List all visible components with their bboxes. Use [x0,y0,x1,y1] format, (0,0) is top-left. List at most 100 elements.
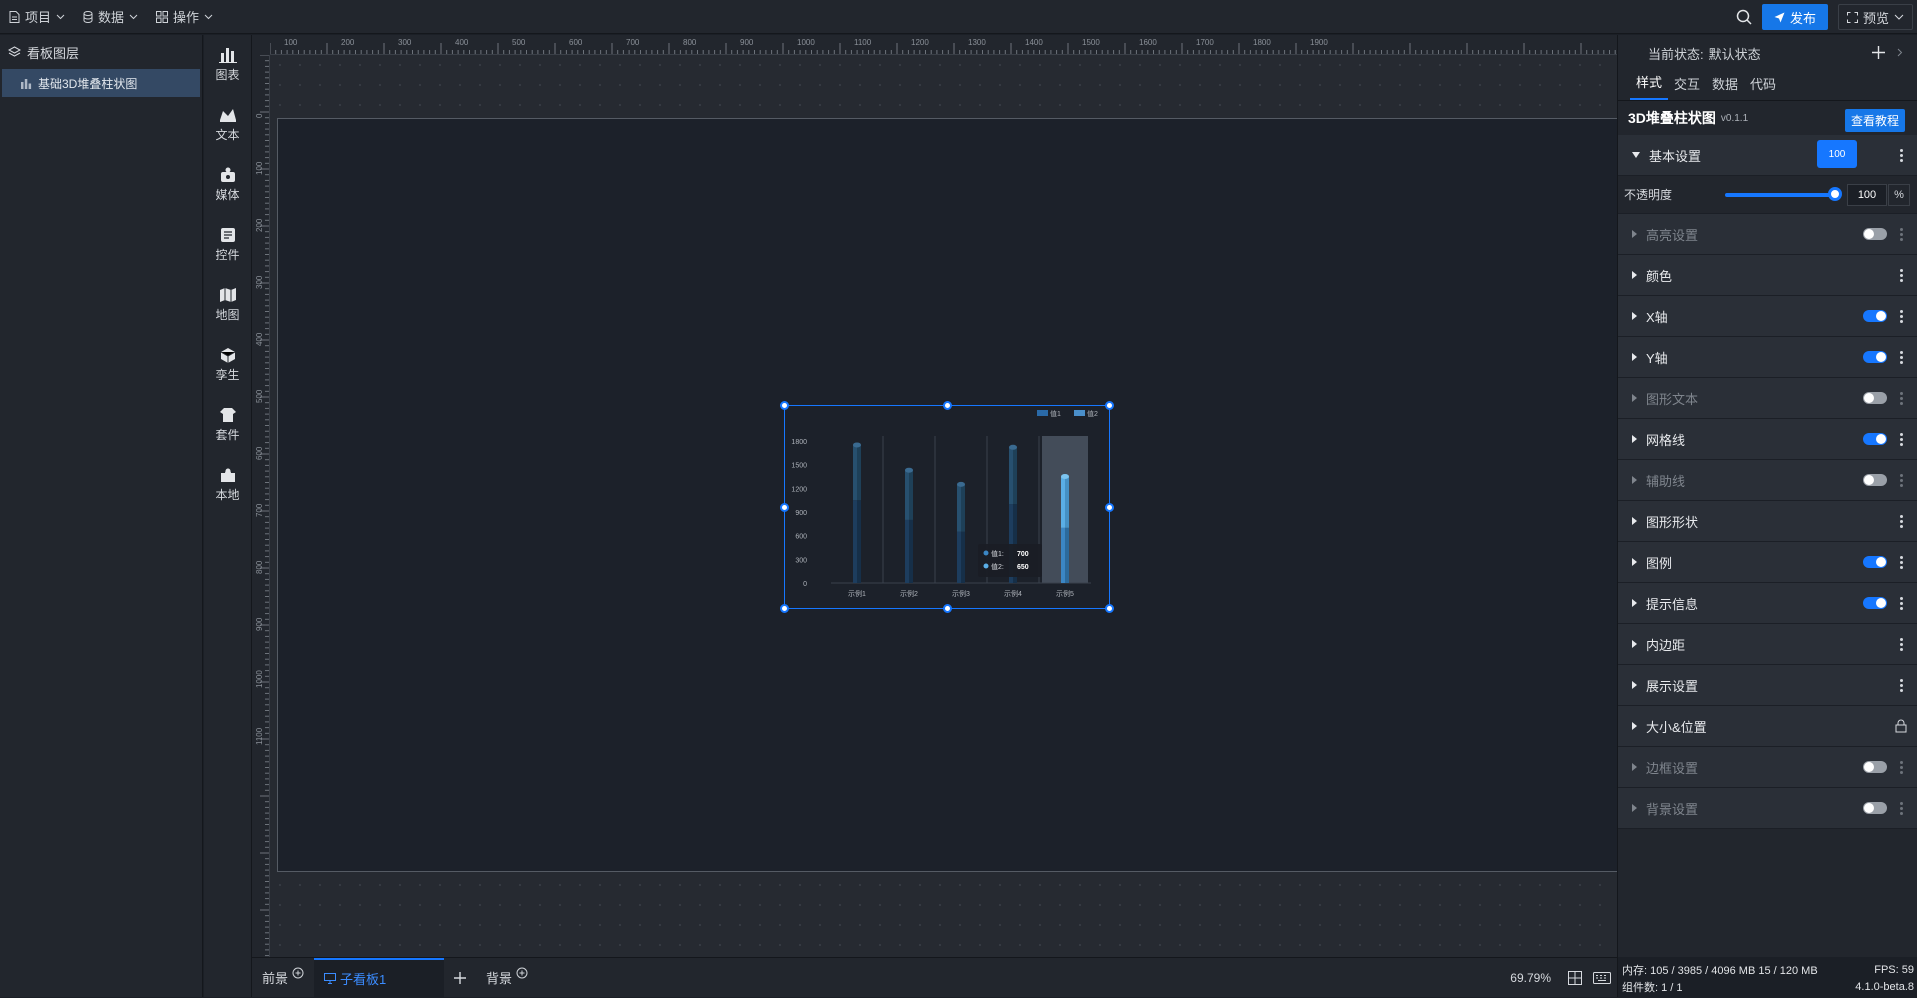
more-icon[interactable] [1900,310,1903,325]
menu-project[interactable]: 项目 [0,0,74,34]
state-value[interactable]: 默认状态 [1709,44,1761,63]
section-item[interactable]: 网格线 [1618,419,1917,460]
tool-control[interactable]: 控件 [204,215,251,275]
ruler-corner [252,35,270,55]
opacity-slider-track[interactable] [1725,193,1835,197]
more-icon[interactable] [1900,761,1903,776]
add-circle-icon[interactable] [516,967,528,979]
section-item[interactable]: 图例 [1618,542,1917,583]
tab-interaction[interactable]: 交互 [1668,74,1706,100]
tutorial-button[interactable]: 查看教程 [1844,109,1905,132]
caret-right-icon [1632,476,1637,484]
section-item[interactable]: 图形文本 [1618,378,1917,419]
more-icon[interactable] [1900,392,1903,407]
selected-chart-component[interactable]: 0 300 600 900 1200 1500 1800 示例1 示例2 示例3 示例4 示例5 值1 值… [780,401,1114,613]
tab-code[interactable]: 代码 [1744,74,1782,100]
section-label: 图例 [1646,555,1673,571]
more-icon[interactable] [1900,351,1903,366]
zoom-level[interactable]: 69.79% [1510,971,1551,985]
keyboard-icon[interactable] [1593,972,1611,984]
more-icon[interactable] [1900,149,1903,164]
more-icon[interactable] [1900,433,1903,448]
tool-text[interactable]: 文本 [204,95,251,155]
resize-handle-e[interactable] [1105,503,1114,512]
section-basic[interactable]: 基本设置 [1618,135,1917,176]
opacity-label: 不透明度 [1624,188,1673,202]
section-toggle[interactable] [1863,392,1887,404]
resize-handle-sw[interactable] [780,604,789,613]
section-toggle[interactable] [1863,433,1887,445]
bar-segment-side [857,444,861,501]
section-item[interactable]: 图形形状 [1618,501,1917,542]
section-item[interactable]: Y轴 [1618,337,1917,378]
section-item[interactable]: 提示信息 [1618,583,1917,624]
fit-screen-icon[interactable] [1568,971,1582,985]
more-icon[interactable] [1900,474,1903,489]
resize-handle-n[interactable] [943,401,952,410]
menu-operations-label: 操作 [173,10,200,25]
section-toggle[interactable] [1863,228,1887,240]
more-icon[interactable] [1900,638,1903,653]
legend-label: 值1 [1050,409,1061,418]
more-icon[interactable] [1900,597,1903,612]
bar-segment-side [909,470,913,520]
resize-handle-w[interactable] [780,503,789,512]
section-toggle[interactable] [1863,351,1887,363]
tool-map[interactable]: 地图 [204,275,251,335]
more-icon[interactable] [1900,556,1903,571]
more-icon[interactable] [1900,228,1903,243]
section-toggle[interactable] [1863,310,1887,322]
preview-button[interactable]: 预览 [1837,4,1913,30]
section-item[interactable]: 大小&位置 [1618,706,1917,747]
resize-handle-s[interactable] [943,604,952,613]
menu-data[interactable]: 数据 [74,0,147,34]
section-item[interactable]: 辅助线 [1618,460,1917,501]
bar-segment [957,531,961,583]
section-item[interactable]: 边框设置 [1618,747,1917,788]
opacity-input[interactable]: 100 [1847,184,1887,206]
layer-item[interactable]: 基础3D堆叠柱状图 [2,69,200,97]
section-item[interactable]: 展示设置 [1618,665,1917,706]
add-state-icon[interactable] [1872,46,1885,59]
search-icon[interactable] [1736,9,1752,25]
more-icon[interactable] [1900,679,1903,694]
publish-button[interactable]: 发布 [1761,4,1828,30]
foreground-tab[interactable]: 前景 [252,958,314,998]
more-icon[interactable] [1900,515,1903,530]
tab-style[interactable]: 样式 [1630,72,1669,100]
section-item[interactable]: 颜色 [1618,255,1917,296]
resize-handle-ne[interactable] [1105,401,1114,410]
y-tick-label: 1500 [791,463,807,470]
more-icon[interactable] [1900,802,1903,817]
legend-swatch [1037,410,1048,416]
tab-data[interactable]: 数据 [1706,74,1744,100]
section-toggle[interactable] [1863,556,1887,568]
resize-handle-se[interactable] [1105,604,1114,613]
tool-local[interactable]: 本地 [204,455,251,515]
section-item[interactable]: 内边距 [1618,624,1917,665]
caret-right-icon [1632,435,1637,443]
lock-icon[interactable] [1895,719,1907,733]
resize-handle-nw[interactable] [780,401,789,410]
section-item[interactable]: 高亮设置 [1618,214,1917,255]
section-toggle[interactable] [1863,474,1887,486]
tool-chart[interactable]: 图表 [204,35,251,95]
background-tab[interactable]: 背景 [476,958,538,998]
sub-board-tab[interactable]: 子看板1 [314,957,445,998]
section-item[interactable]: X轴 [1618,296,1917,337]
menu-operations[interactable]: 操作 [147,0,222,34]
section-item[interactable]: 背景设置 [1618,788,1917,829]
opacity-slider-thumb[interactable] [1828,187,1842,201]
caret-right-icon [1632,517,1637,525]
section-toggle[interactable] [1863,761,1887,773]
tool-kit[interactable]: 套件 [204,395,251,455]
section-toggle[interactable] [1863,597,1887,609]
tool-media[interactable]: 媒体 [204,155,251,215]
add-circle-icon[interactable] [292,967,304,979]
add-board-button[interactable] [444,958,476,998]
more-icon[interactable] [1900,269,1903,284]
section-toggle[interactable] [1863,802,1887,814]
tool-twin[interactable]: 孪生 [204,335,251,395]
chevron-right-icon[interactable] [1897,48,1903,57]
ruler-top-label: 1000 [797,38,815,47]
